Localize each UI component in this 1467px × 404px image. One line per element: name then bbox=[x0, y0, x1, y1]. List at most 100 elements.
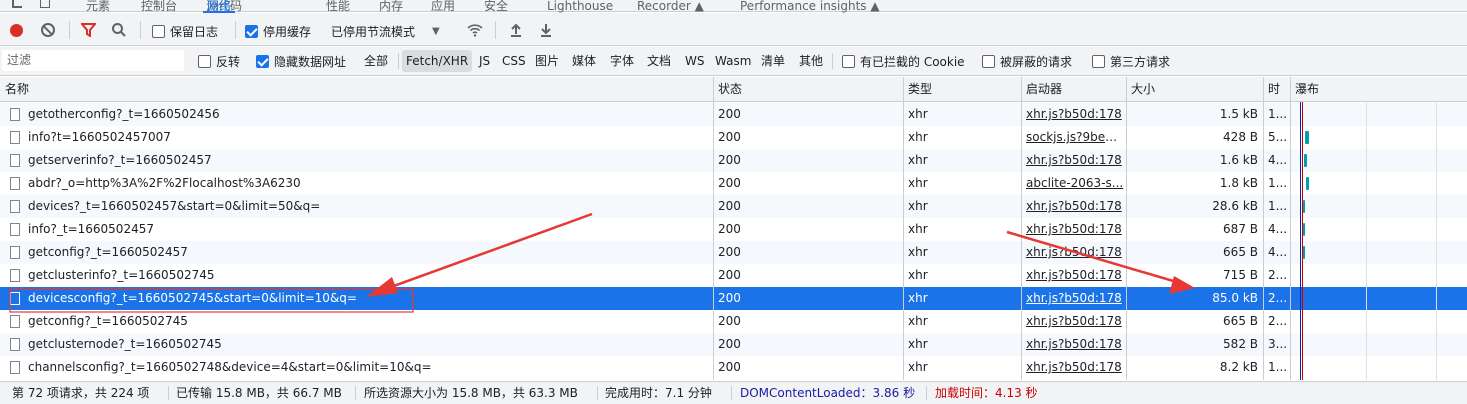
blocked-cookies-checkbox[interactable]: 有已拦截的 Cookie bbox=[842, 52, 965, 70]
request-initiator[interactable]: sockjs.js?9be2:... bbox=[1026, 126, 1124, 149]
column-header-time[interactable]: 时 bbox=[1263, 77, 1280, 102]
request-initiator[interactable]: xhr.js?b50d:178 bbox=[1026, 103, 1124, 126]
file-icon bbox=[10, 154, 20, 167]
filter-type-img[interactable]: 图片 bbox=[531, 50, 563, 72]
waterfall-gridline bbox=[1366, 102, 1367, 380]
column-header-name[interactable]: 名称 bbox=[0, 77, 29, 102]
table-row[interactable]: getotherconfig?_t=1660502456 200 xhr xhr.js… bbox=[0, 103, 1467, 126]
filter-type-css[interactable]: CSS bbox=[498, 50, 530, 72]
column-header-initiator[interactable]: 启动器 bbox=[1021, 77, 1062, 102]
request-initiator[interactable]: abclite-2063-s... bbox=[1026, 172, 1124, 195]
invert-checkbox[interactable]: 反转 bbox=[198, 52, 240, 70]
tab-application[interactable]: 应用 bbox=[431, 0, 455, 12]
column-header-status[interactable]: 状态 bbox=[713, 77, 742, 102]
request-status: 200 bbox=[718, 291, 741, 305]
blocked-requests-checkbox[interactable]: 被屏蔽的请求 bbox=[982, 52, 1072, 70]
table-row[interactable]: getserverinfo?_t=1660502457 200 xhr xhr.js?… bbox=[0, 149, 1467, 172]
request-initiator[interactable]: xhr.js?b50d:178 bbox=[1026, 310, 1124, 333]
table-row[interactable]: getclusterinfo?_t=1660502745 200 xhr xhr.js… bbox=[0, 264, 1467, 287]
file-icon bbox=[10, 269, 20, 282]
disable-cache-checkbox[interactable]: 停用缓存 bbox=[245, 23, 311, 40]
table-row[interactable]: getconfig?_t=1660502745 200 xhr xhr.js?b50d… bbox=[0, 310, 1467, 333]
network-conditions-icon[interactable] bbox=[466, 22, 484, 38]
filter-type-doc[interactable]: 文档 bbox=[643, 50, 675, 72]
throttling-value: 已停用节流模式 bbox=[331, 25, 416, 39]
tab-elements[interactable]: 元素 bbox=[86, 0, 110, 12]
request-type: xhr bbox=[908, 176, 928, 190]
tab-network[interactable]: 网络 bbox=[202, 0, 236, 13]
tab-memory[interactable]: 内存 bbox=[379, 0, 403, 12]
filter-type-wasm[interactable]: Wasm bbox=[711, 50, 755, 72]
hide-data-urls-box[interactable] bbox=[256, 54, 269, 68]
table-row[interactable]: channelsconfig?_t=1660502748&device=4&st… bbox=[0, 356, 1467, 379]
request-status: 200 bbox=[718, 268, 741, 282]
table-row[interactable]: devices?_t=1660502457&start=0&limit=50&q… bbox=[0, 195, 1467, 218]
tab-console[interactable]: 控制台 bbox=[141, 0, 177, 12]
filter-type-font[interactable]: 字体 bbox=[606, 50, 638, 72]
filter-type-manifest[interactable]: 清单 bbox=[757, 50, 789, 72]
preserve-log-checkbox[interactable]: 保留日志 bbox=[152, 23, 218, 40]
export-har-icon[interactable] bbox=[539, 22, 553, 38]
request-time: 1... bbox=[1268, 360, 1288, 374]
filter-type-ws[interactable]: WS bbox=[681, 50, 708, 72]
request-initiator[interactable]: xhr.js?b50d:178 bbox=[1026, 195, 1124, 218]
table-row[interactable]: getconfig?_t=1660502457 200 xhr xhr.js?b50d… bbox=[0, 241, 1467, 264]
filter-type-other[interactable]: 其他 bbox=[795, 50, 827, 72]
throttling-select[interactable]: 已停用节流模式 ▼ bbox=[331, 23, 440, 40]
blocked-cookies-box[interactable] bbox=[842, 54, 855, 68]
tab-recorder[interactable]: Recorder ▲ bbox=[637, 0, 704, 12]
filter-input[interactable]: 过滤 bbox=[2, 50, 184, 71]
table-row[interactable]: devicesconfig?_t=1660502745&start=0&limi… bbox=[0, 287, 1467, 310]
disable-cache-box[interactable] bbox=[245, 25, 258, 38]
import-har-icon[interactable] bbox=[509, 22, 523, 38]
hide-data-urls-checkbox[interactable]: 隐藏数据网址 bbox=[256, 52, 346, 70]
tab-security[interactable]: 安全 bbox=[484, 0, 508, 12]
request-initiator[interactable]: xhr.js?b50d:178 bbox=[1026, 241, 1124, 264]
request-initiator[interactable]: xhr.js?b50d:178 bbox=[1026, 356, 1124, 379]
third-party-checkbox[interactable]: 第三方请求 bbox=[1092, 52, 1170, 70]
third-party-box[interactable] bbox=[1092, 54, 1105, 68]
request-type: xhr bbox=[908, 337, 928, 351]
request-type: xhr bbox=[908, 291, 928, 305]
request-time: 5... bbox=[1268, 130, 1288, 144]
tab-performance-insights[interactable]: Performance insights ▲ bbox=[740, 0, 880, 12]
device-toolbar-icon[interactable] bbox=[40, 0, 50, 8]
request-initiator[interactable]: xhr.js?b50d:178 bbox=[1026, 149, 1124, 172]
request-name: getserverinfo?_t=1660502457 bbox=[28, 153, 212, 167]
request-initiator[interactable]: xhr.js?b50d:178 bbox=[1026, 333, 1124, 356]
request-table: 名称 状态 类型 启动器 大小 时 瀑布 getotherconfig?_t=1… bbox=[0, 77, 1467, 380]
table-row[interactable]: info?t=1660502457007 200 xhr sockjs.js?9be2… bbox=[0, 126, 1467, 149]
request-initiator[interactable]: xhr.js?b50d:178 bbox=[1026, 218, 1124, 241]
tab-performance[interactable]: 性能 bbox=[326, 0, 350, 12]
search-icon[interactable] bbox=[111, 22, 127, 38]
request-initiator[interactable]: xhr.js?b50d:178 bbox=[1026, 264, 1124, 287]
column-header-waterfall[interactable]: 瀑布 bbox=[1290, 77, 1319, 102]
file-icon bbox=[10, 292, 20, 305]
request-initiator[interactable]: xhr.js?b50d:178 bbox=[1026, 287, 1124, 310]
preserve-log-box[interactable] bbox=[152, 25, 165, 38]
column-header-size[interactable]: 大小 bbox=[1126, 77, 1155, 102]
request-time: 4... bbox=[1268, 153, 1288, 167]
table-row[interactable]: abdr?_o=http%3A%2F%2Flocalhost%3A6230 200… bbox=[0, 172, 1467, 195]
blocked-requests-box[interactable] bbox=[982, 54, 995, 68]
filter-type-js[interactable]: JS bbox=[475, 50, 494, 72]
inspect-icon[interactable] bbox=[12, 0, 22, 8]
request-status: 200 bbox=[718, 337, 741, 351]
status-bar: 第 72 项请求，共 224 项 已传输 15.8 MB，共 66.7 MB 所… bbox=[0, 381, 1467, 404]
request-name: devices?_t=1660502457&start=0&limit=50&q… bbox=[28, 199, 321, 213]
record-button[interactable] bbox=[10, 24, 23, 37]
invert-label: 反转 bbox=[216, 54, 241, 69]
filter-icon[interactable] bbox=[81, 23, 96, 37]
column-header-type[interactable]: 类型 bbox=[903, 77, 932, 102]
tab-lighthouse[interactable]: Lighthouse bbox=[547, 0, 613, 12]
table-row[interactable]: getclusternode?_t=1660502745 200 xhr xhr.js… bbox=[0, 333, 1467, 356]
filter-type-media[interactable]: 媒体 bbox=[568, 50, 600, 72]
filter-all-button[interactable]: 全部 bbox=[360, 50, 392, 72]
request-size: 665 B bbox=[1223, 314, 1258, 328]
network-toolbar: 保留日志 停用缓存 已停用节流模式 ▼ bbox=[0, 13, 1467, 46]
clear-button[interactable] bbox=[41, 23, 55, 37]
invert-box[interactable] bbox=[198, 54, 211, 68]
filter-type-fetch-xhr[interactable]: Fetch/XHR bbox=[402, 50, 473, 72]
request-name: getconfig?_t=1660502745 bbox=[28, 314, 188, 328]
table-row[interactable]: info?_t=1660502457 200 xhr xhr.js?b50d:178 6… bbox=[0, 218, 1467, 241]
